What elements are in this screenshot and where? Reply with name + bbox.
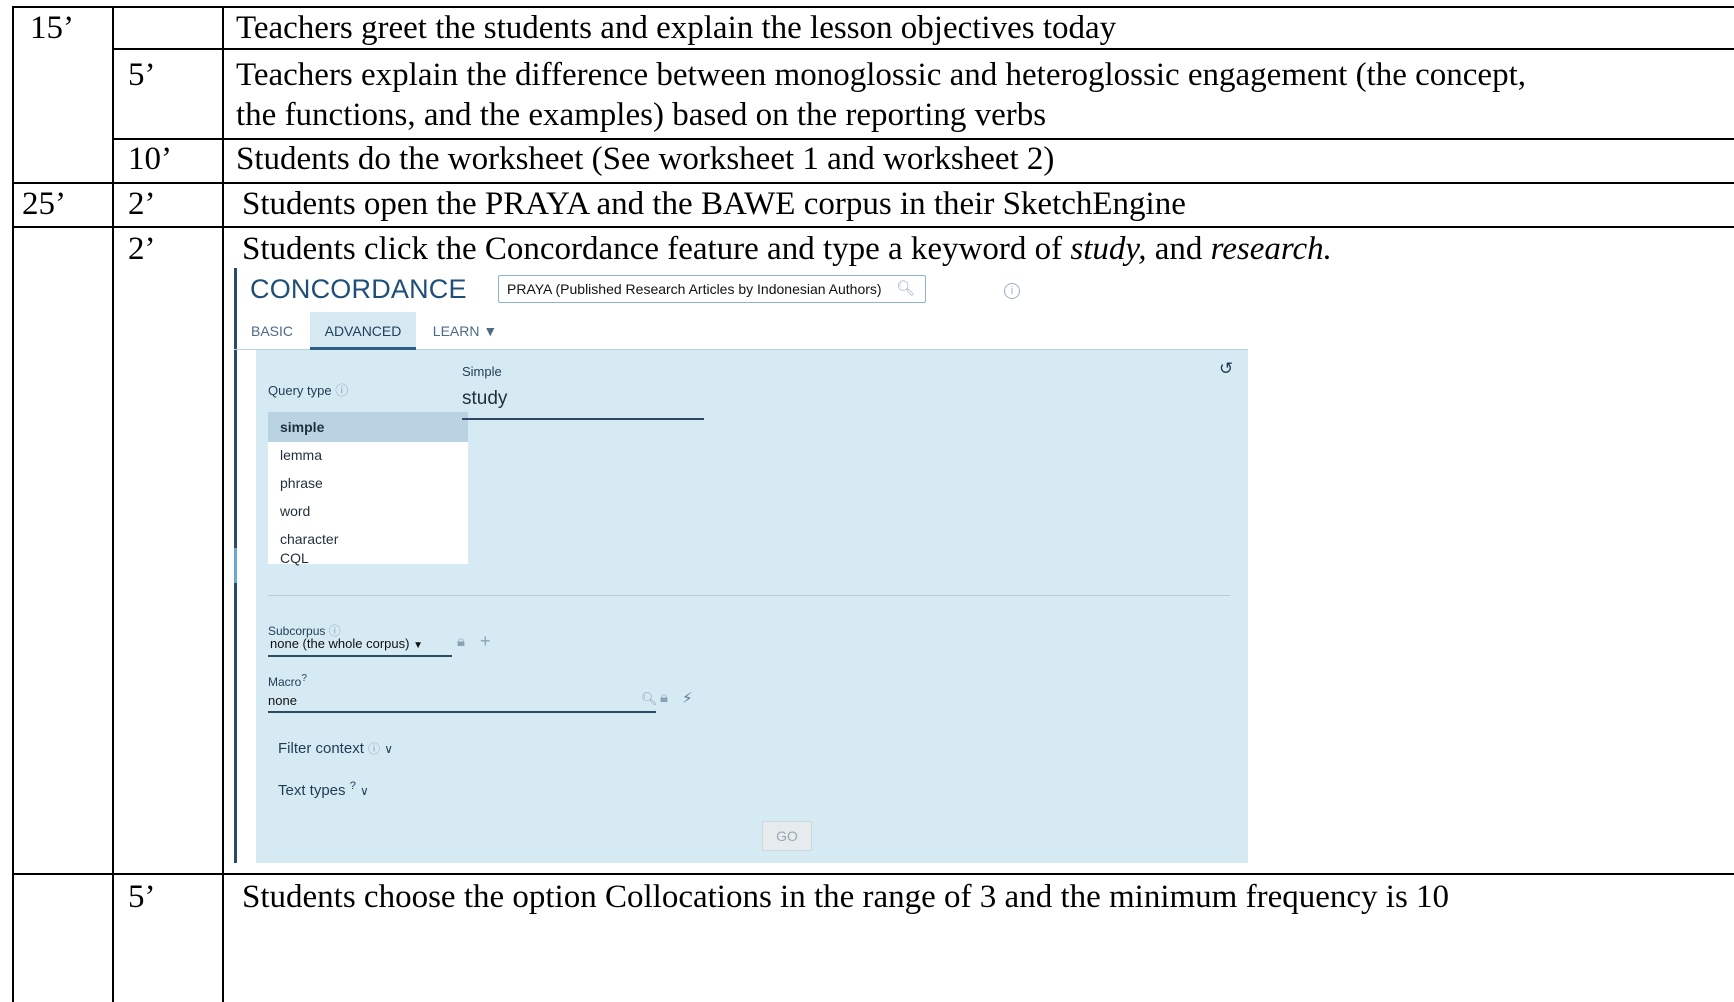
activity-text: Teachers explain the difference between … (236, 57, 1526, 93)
lesson-plan-table: 15’ Teachers greet the students and expl… (0, 0, 1734, 1002)
step-time: 2’ (128, 186, 156, 222)
activity-text: Students choose the option Collocations … (242, 879, 1450, 915)
table-rule (112, 6, 114, 1002)
tab-advanced[interactable]: ADVANCED (310, 312, 416, 350)
total-time: 25’ (22, 186, 66, 222)
chevron-down-icon: ∨ (384, 742, 394, 756)
activity-prefix: Students click the Concordance feature a… (242, 231, 1071, 267)
go-button[interactable]: GO (762, 821, 812, 851)
table-rule (12, 182, 1734, 184)
search-icon[interactable]: 🔍︎ (641, 691, 658, 707)
activity-text: the functions, and the examples) based o… (236, 97, 1047, 133)
table-rule (12, 6, 14, 1002)
subcorpus-value: none (the whole corpus) (270, 636, 410, 651)
table-rule (12, 6, 1734, 8)
filter-context-label: Filter context (278, 740, 364, 757)
table-rule (12, 873, 1734, 875)
help-icon[interactable]: ⓘ (335, 383, 348, 398)
query-type-simple[interactable]: simple (268, 412, 468, 442)
lock-icon[interactable]: 🔒︎ (457, 633, 465, 650)
search-icon[interactable]: 🔍︎ (896, 276, 915, 302)
step-time: 5’ (128, 57, 156, 93)
table-rule (222, 6, 224, 1002)
macro-help-mark[interactable]: ? (301, 673, 307, 684)
query-type-list: simple lemma phrase word character CQL (268, 412, 468, 565)
activity-text: Students open the PRAYA and the BAWE cor… (242, 186, 1186, 222)
chevron-down-icon: ∨ (360, 784, 369, 798)
step-time: 5’ (128, 879, 156, 915)
query-type-lemma[interactable]: lemma (268, 440, 468, 470)
caret-down-icon: ▼ (413, 640, 424, 651)
plus-icon[interactable]: + (480, 631, 491, 652)
text-types-help-mark[interactable]: ? (350, 780, 356, 792)
text-types-label: Text types (278, 782, 346, 799)
activity-text: Students do the worksheet (See worksheet… (236, 141, 1055, 177)
graduation-cap-icon: ▼ (483, 323, 498, 339)
keyword-research: research. (1210, 231, 1332, 267)
keyword-study: study, (1070, 231, 1147, 267)
activity-text: Students click the Concordance feature a… (242, 230, 1332, 268)
filter-context-toggle[interactable]: Filter context ⓘ ∨ (278, 740, 393, 757)
input-label: Simple (462, 364, 502, 379)
macro-input[interactable]: none (268, 693, 297, 708)
lock-icon[interactable]: 🔒︎ (660, 689, 668, 706)
table-rule (113, 48, 1734, 50)
text-types-toggle[interactable]: Text types ? ∨ (278, 780, 369, 799)
history-icon[interactable]: ↺ (1219, 359, 1233, 379)
total-time: 15’ (30, 10, 74, 46)
sketchengine-screenshot: CONCORDANCE PRAYA (Published Research Ar… (234, 268, 1248, 863)
corpus-selector[interactable]: PRAYA (Published Research Articles by In… (498, 275, 926, 303)
subcorpus-select[interactable]: none (the whole corpus) ▼ (270, 636, 423, 651)
activity-mid: and (1146, 231, 1211, 267)
macro-underline (268, 711, 656, 713)
panel-divider (268, 595, 1230, 596)
screenshot-left-accent (234, 548, 237, 583)
concordance-title: CONCORDANCE (250, 274, 467, 304)
macro-label-text: Macro (268, 675, 302, 689)
step-time: 10’ (128, 141, 172, 177)
simple-query-underline (462, 418, 704, 420)
query-type-label: Query type ⓘ (268, 380, 348, 399)
tab-learn[interactable]: LEARN ▼ (420, 312, 510, 350)
query-type-word[interactable]: word (268, 496, 468, 526)
tab-basic[interactable]: BASIC (234, 312, 310, 350)
help-icon[interactable]: ⓘ (368, 742, 380, 756)
table-rule (12, 226, 1734, 228)
subcorpus-underline (268, 655, 452, 657)
query-type-cql[interactable]: CQL (268, 551, 468, 565)
query-tabs: BASIC ADVANCED LEARN ▼ (234, 312, 1248, 350)
lightning-icon[interactable]: ⚡︎ (682, 689, 693, 707)
advanced-query-panel: ↺ Simple Query type ⓘ simple lemma phras… (256, 350, 1248, 863)
corpus-name: PRAYA (Published Research Articles by In… (507, 281, 882, 297)
simple-query-input[interactable]: study (462, 388, 507, 410)
info-icon[interactable]: i (1004, 283, 1020, 299)
query-type-phrase[interactable]: phrase (268, 468, 468, 498)
activity-text: Teachers greet the students and explain … (236, 10, 1117, 46)
macro-label: Macro? (268, 673, 307, 689)
query-type-label-text: Query type (268, 383, 332, 398)
tab-learn-label: LEARN (432, 323, 480, 339)
step-time: 2’ (128, 231, 156, 267)
